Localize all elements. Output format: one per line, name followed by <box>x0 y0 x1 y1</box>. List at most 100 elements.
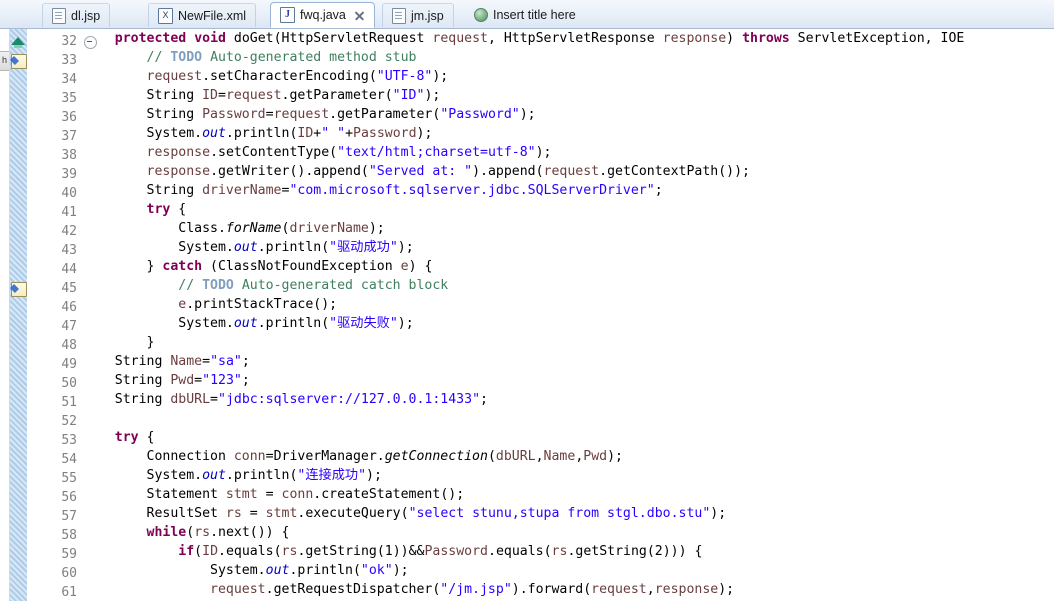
code-token-pln: ) <box>726 31 743 46</box>
code-token-par: request <box>591 582 647 597</box>
code-line[interactable]: Statement stmt = conn.createStatement(); <box>83 485 1054 504</box>
code-line[interactable]: e.printStackTrace(); <box>83 295 1054 314</box>
code-line[interactable]: request.setCharacterEncoding("UTF-8"); <box>83 67 1054 86</box>
line-number: 59 <box>61 547 77 562</box>
code-token-pln: ( <box>186 525 195 540</box>
code-token-str: "text/html;charset=utf-8" <box>337 145 536 160</box>
editor-tab-dl-jsp[interactable]: dl.jsp <box>42 3 111 27</box>
code-line[interactable]: ResultSet rs = stmt.executeQuery("select… <box>83 504 1054 523</box>
source-code-text[interactable]: protected void doGet(HttpServletRequest … <box>83 29 1054 601</box>
code-line[interactable]: // TODO Auto-generated method stub <box>83 48 1054 67</box>
code-token-pln <box>83 164 147 179</box>
code-token-pln: .setCharacterEncoding( <box>202 69 377 84</box>
code-token-pln: ; <box>241 354 250 369</box>
editor-tab-fwq-java[interactable]: Jfwq.java <box>270 2 375 28</box>
code-token-str: "UTF-8" <box>376 69 433 84</box>
code-token-par: response <box>146 164 211 179</box>
code-line[interactable]: String dbURL="jdbc:sqlserver://127.0.0.1… <box>83 390 1054 409</box>
jsp-file-icon <box>52 7 66 24</box>
code-line[interactable] <box>83 409 1054 428</box>
line-number: 53 <box>61 433 77 448</box>
code-line[interactable]: request.getRequestDispatcher("/jm.jsp").… <box>83 580 1054 599</box>
editor-tab-newfile-xml[interactable]: X NewFile.xml <box>148 3 257 27</box>
code-token-loc: rs <box>194 525 211 540</box>
code-token-kw: try <box>114 430 139 445</box>
code-token-pln: String <box>83 373 171 388</box>
code-line[interactable]: } <box>83 333 1054 352</box>
line-number: 38 <box>61 148 77 163</box>
code-token-fld: out <box>202 126 226 141</box>
code-token-kw: if <box>178 544 195 559</box>
code-line[interactable]: protected void doGet(HttpServletRequest … <box>83 29 1054 48</box>
code-token-pln: .getString(1))&& <box>297 544 425 559</box>
code-token-kw: throws <box>742 31 790 46</box>
code-token-pln <box>83 50 147 65</box>
code-line[interactable]: System.out.println("驱动失败"); <box>83 314 1054 333</box>
todo-task-marker[interactable] <box>11 282 27 297</box>
code-line[interactable]: System.out.println("ok"); <box>83 561 1054 580</box>
code-token-pln <box>83 202 147 217</box>
code-line[interactable]: } catch (ClassNotFoundException e) { <box>83 257 1054 276</box>
code-token-loc: Pwd <box>583 449 608 464</box>
line-number: 43 <box>61 243 77 258</box>
code-line[interactable]: System.out.println("驱动成功"); <box>83 238 1054 257</box>
code-line[interactable]: try { <box>83 200 1054 219</box>
code-line[interactable]: String Password=request.getParameter("Pa… <box>83 105 1054 124</box>
code-token-pln: =DriverManager. <box>265 449 385 464</box>
code-token-pln: = <box>241 506 266 521</box>
code-line[interactable]: response.getWriter().append("Served at: … <box>83 162 1054 181</box>
code-line[interactable]: // TODO Auto-generated catch block <box>83 276 1054 295</box>
code-line[interactable]: String ID=request.getParameter("ID"); <box>83 86 1054 105</box>
code-token-pln: ).append( <box>472 164 544 179</box>
code-token-pln: .println( <box>225 468 298 483</box>
code-line[interactable]: System.out.println("连接成功"); <box>83 466 1054 485</box>
java-editor-area[interactable]: h 32 33 34 35 36 37 38 39 40 41 42 43 44 45 46 47 48 49 50… <box>0 29 1054 601</box>
code-token-loc: Password <box>202 107 266 122</box>
code-token-pln: = <box>257 487 282 502</box>
code-line[interactable]: String Name="sa"; <box>83 352 1054 371</box>
code-token-pln: .println( <box>289 563 361 578</box>
code-line[interactable]: while(rs.next()) { <box>83 523 1054 542</box>
code-token-pln: , <box>535 449 544 464</box>
code-token-pln: .getParameter( <box>281 88 393 103</box>
code-token-pln <box>83 145 147 160</box>
code-token-str: " " <box>321 126 346 141</box>
code-line[interactable]: Connection conn=DriverManager.getConnect… <box>83 447 1054 466</box>
jsp-file-icon <box>392 7 406 24</box>
java-file-icon: J <box>280 7 295 23</box>
line-number: 41 <box>61 205 77 220</box>
code-token-str: "ok" <box>360 563 393 578</box>
code-token-par: response <box>654 582 719 597</box>
code-line[interactable]: Class.forName(driverName); <box>83 219 1054 238</box>
code-line[interactable]: String Pwd="123"; <box>83 371 1054 390</box>
code-token-pln: ); <box>366 468 382 483</box>
code-token-pln: .println( <box>225 126 298 141</box>
code-token-pln: Connection <box>83 449 234 464</box>
code-line[interactable]: System.out.println(ID+" "+Password); <box>83 124 1054 143</box>
code-token-pln: .createStatement(); <box>313 487 465 502</box>
close-icon[interactable] <box>354 10 365 21</box>
code-line[interactable]: String driverName="com.microsoft.sqlserv… <box>83 181 1054 200</box>
code-line[interactable]: try { <box>83 428 1054 447</box>
code-token-pln: ; <box>480 392 488 407</box>
code-token-str: "Served at: " <box>368 164 473 179</box>
editor-tab-label: jm.jsp <box>411 8 444 23</box>
todo-task-marker[interactable] <box>11 54 27 69</box>
editor-tab-insert-title-here[interactable]: Insert title here <box>465 3 585 27</box>
code-token-todo: TODO <box>170 50 203 65</box>
code-token-pln: ) { <box>408 259 433 274</box>
line-number: 60 <box>61 566 77 581</box>
line-number: 33 <box>61 53 77 68</box>
code-token-pln: ( <box>487 449 496 464</box>
code-token-str: "驱动成功" <box>329 240 398 255</box>
editor-marker-bar[interactable] <box>9 29 28 601</box>
code-token-pln: { <box>170 202 187 217</box>
code-token-pln: String <box>83 183 203 198</box>
override-arrow-marker[interactable] <box>11 37 25 48</box>
code-token-pln: = <box>210 392 218 407</box>
code-line[interactable]: response.setContentType("text/html;chars… <box>83 143 1054 162</box>
code-token-str: "Password" <box>440 107 520 122</box>
editor-tab-jm-jsp[interactable]: jm.jsp <box>382 3 454 27</box>
line-number: 57 <box>61 509 77 524</box>
code-line[interactable]: if(ID.equals(rs.getString(1))&&Password.… <box>83 542 1054 561</box>
